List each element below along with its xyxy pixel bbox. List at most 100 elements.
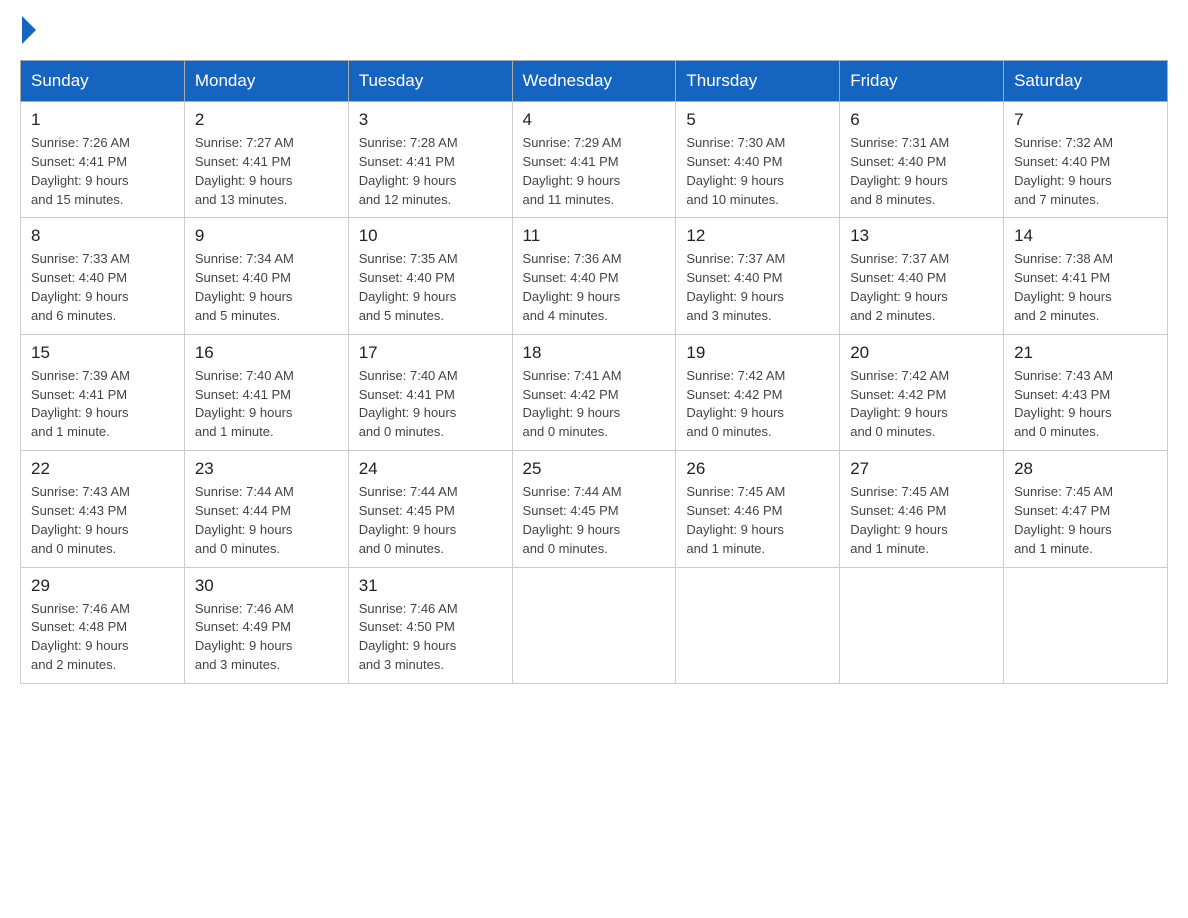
calendar-cell: 20 Sunrise: 7:42 AMSunset: 4:42 PMDaylig… [840,334,1004,450]
day-info: Sunrise: 7:35 AMSunset: 4:40 PMDaylight:… [359,250,502,325]
calendar-cell: 22 Sunrise: 7:43 AMSunset: 4:43 PMDaylig… [21,451,185,567]
calendar-cell: 19 Sunrise: 7:42 AMSunset: 4:42 PMDaylig… [676,334,840,450]
calendar-cell: 7 Sunrise: 7:32 AMSunset: 4:40 PMDayligh… [1004,102,1168,218]
logo [20,20,36,44]
day-number: 11 [523,226,666,246]
day-info: Sunrise: 7:37 AMSunset: 4:40 PMDaylight:… [850,250,993,325]
calendar-cell: 18 Sunrise: 7:41 AMSunset: 4:42 PMDaylig… [512,334,676,450]
day-info: Sunrise: 7:44 AMSunset: 4:44 PMDaylight:… [195,483,338,558]
day-number: 19 [686,343,829,363]
calendar-cell: 24 Sunrise: 7:44 AMSunset: 4:45 PMDaylig… [348,451,512,567]
day-info: Sunrise: 7:42 AMSunset: 4:42 PMDaylight:… [686,367,829,442]
logo-triangle-icon [22,16,36,44]
calendar-cell: 5 Sunrise: 7:30 AMSunset: 4:40 PMDayligh… [676,102,840,218]
day-info: Sunrise: 7:31 AMSunset: 4:40 PMDaylight:… [850,134,993,209]
calendar-cell: 4 Sunrise: 7:29 AMSunset: 4:41 PMDayligh… [512,102,676,218]
day-info: Sunrise: 7:40 AMSunset: 4:41 PMDaylight:… [359,367,502,442]
day-info: Sunrise: 7:38 AMSunset: 4:41 PMDaylight:… [1014,250,1157,325]
calendar-cell: 23 Sunrise: 7:44 AMSunset: 4:44 PMDaylig… [184,451,348,567]
calendar-cell: 12 Sunrise: 7:37 AMSunset: 4:40 PMDaylig… [676,218,840,334]
calendar-cell: 3 Sunrise: 7:28 AMSunset: 4:41 PMDayligh… [348,102,512,218]
day-number: 28 [1014,459,1157,479]
day-number: 3 [359,110,502,130]
day-number: 25 [523,459,666,479]
day-number: 31 [359,576,502,596]
calendar-table: SundayMondayTuesdayWednesdayThursdayFrid… [20,60,1168,684]
day-info: Sunrise: 7:30 AMSunset: 4:40 PMDaylight:… [686,134,829,209]
calendar-header-tuesday: Tuesday [348,61,512,102]
calendar-cell: 17 Sunrise: 7:40 AMSunset: 4:41 PMDaylig… [348,334,512,450]
day-number: 21 [1014,343,1157,363]
day-info: Sunrise: 7:45 AMSunset: 4:46 PMDaylight:… [850,483,993,558]
day-info: Sunrise: 7:44 AMSunset: 4:45 PMDaylight:… [359,483,502,558]
day-number: 12 [686,226,829,246]
calendar-cell: 16 Sunrise: 7:40 AMSunset: 4:41 PMDaylig… [184,334,348,450]
day-number: 27 [850,459,993,479]
day-info: Sunrise: 7:29 AMSunset: 4:41 PMDaylight:… [523,134,666,209]
calendar-header-saturday: Saturday [1004,61,1168,102]
day-info: Sunrise: 7:26 AMSunset: 4:41 PMDaylight:… [31,134,174,209]
day-number: 8 [31,226,174,246]
day-number: 15 [31,343,174,363]
day-number: 22 [31,459,174,479]
calendar-cell: 14 Sunrise: 7:38 AMSunset: 4:41 PMDaylig… [1004,218,1168,334]
day-number: 29 [31,576,174,596]
calendar-week-5: 29 Sunrise: 7:46 AMSunset: 4:48 PMDaylig… [21,567,1168,683]
day-info: Sunrise: 7:45 AMSunset: 4:46 PMDaylight:… [686,483,829,558]
calendar-week-1: 1 Sunrise: 7:26 AMSunset: 4:41 PMDayligh… [21,102,1168,218]
day-info: Sunrise: 7:40 AMSunset: 4:41 PMDaylight:… [195,367,338,442]
day-info: Sunrise: 7:41 AMSunset: 4:42 PMDaylight:… [523,367,666,442]
calendar-header-monday: Monday [184,61,348,102]
day-number: 14 [1014,226,1157,246]
calendar-cell [840,567,1004,683]
calendar-week-3: 15 Sunrise: 7:39 AMSunset: 4:41 PMDaylig… [21,334,1168,450]
day-info: Sunrise: 7:28 AMSunset: 4:41 PMDaylight:… [359,134,502,209]
day-number: 18 [523,343,666,363]
calendar-cell: 30 Sunrise: 7:46 AMSunset: 4:49 PMDaylig… [184,567,348,683]
day-info: Sunrise: 7:37 AMSunset: 4:40 PMDaylight:… [686,250,829,325]
day-number: 2 [195,110,338,130]
calendar-header-thursday: Thursday [676,61,840,102]
calendar-cell: 8 Sunrise: 7:33 AMSunset: 4:40 PMDayligh… [21,218,185,334]
day-number: 9 [195,226,338,246]
page-header [20,20,1168,44]
calendar-cell: 11 Sunrise: 7:36 AMSunset: 4:40 PMDaylig… [512,218,676,334]
calendar-cell: 13 Sunrise: 7:37 AMSunset: 4:40 PMDaylig… [840,218,1004,334]
day-info: Sunrise: 7:33 AMSunset: 4:40 PMDaylight:… [31,250,174,325]
calendar-header-wednesday: Wednesday [512,61,676,102]
calendar-cell [676,567,840,683]
calendar-cell: 10 Sunrise: 7:35 AMSunset: 4:40 PMDaylig… [348,218,512,334]
day-number: 20 [850,343,993,363]
day-info: Sunrise: 7:42 AMSunset: 4:42 PMDaylight:… [850,367,993,442]
day-info: Sunrise: 7:36 AMSunset: 4:40 PMDaylight:… [523,250,666,325]
day-info: Sunrise: 7:46 AMSunset: 4:49 PMDaylight:… [195,600,338,675]
calendar-cell: 21 Sunrise: 7:43 AMSunset: 4:43 PMDaylig… [1004,334,1168,450]
calendar-cell: 15 Sunrise: 7:39 AMSunset: 4:41 PMDaylig… [21,334,185,450]
day-info: Sunrise: 7:46 AMSunset: 4:48 PMDaylight:… [31,600,174,675]
calendar-cell: 9 Sunrise: 7:34 AMSunset: 4:40 PMDayligh… [184,218,348,334]
day-number: 13 [850,226,993,246]
calendar-cell: 1 Sunrise: 7:26 AMSunset: 4:41 PMDayligh… [21,102,185,218]
calendar-cell: 6 Sunrise: 7:31 AMSunset: 4:40 PMDayligh… [840,102,1004,218]
calendar-cell: 28 Sunrise: 7:45 AMSunset: 4:47 PMDaylig… [1004,451,1168,567]
day-number: 5 [686,110,829,130]
calendar-week-4: 22 Sunrise: 7:43 AMSunset: 4:43 PMDaylig… [21,451,1168,567]
day-number: 16 [195,343,338,363]
day-number: 4 [523,110,666,130]
day-info: Sunrise: 7:46 AMSunset: 4:50 PMDaylight:… [359,600,502,675]
day-info: Sunrise: 7:27 AMSunset: 4:41 PMDaylight:… [195,134,338,209]
calendar-cell: 29 Sunrise: 7:46 AMSunset: 4:48 PMDaylig… [21,567,185,683]
day-info: Sunrise: 7:32 AMSunset: 4:40 PMDaylight:… [1014,134,1157,209]
day-number: 17 [359,343,502,363]
day-info: Sunrise: 7:34 AMSunset: 4:40 PMDaylight:… [195,250,338,325]
day-number: 1 [31,110,174,130]
calendar-cell [1004,567,1168,683]
day-info: Sunrise: 7:43 AMSunset: 4:43 PMDaylight:… [1014,367,1157,442]
day-number: 30 [195,576,338,596]
day-number: 10 [359,226,502,246]
day-number: 23 [195,459,338,479]
day-info: Sunrise: 7:45 AMSunset: 4:47 PMDaylight:… [1014,483,1157,558]
day-number: 26 [686,459,829,479]
calendar-week-2: 8 Sunrise: 7:33 AMSunset: 4:40 PMDayligh… [21,218,1168,334]
calendar-header-sunday: Sunday [21,61,185,102]
